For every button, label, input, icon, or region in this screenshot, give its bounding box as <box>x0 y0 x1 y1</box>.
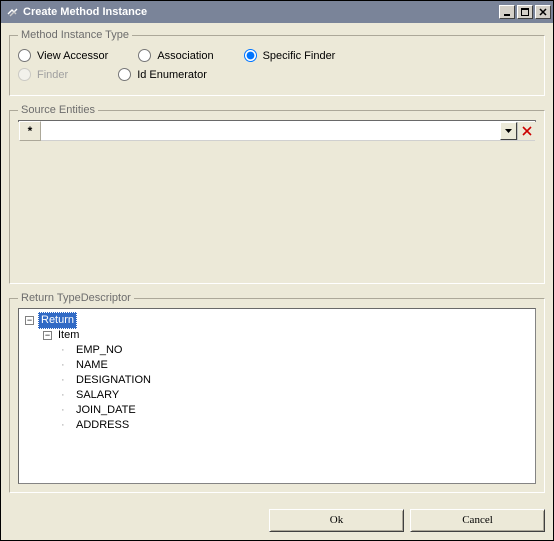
grid-row-header: * <box>19 121 41 141</box>
window-title: Create Method Instance <box>23 6 497 18</box>
leaf-connector-icon: · <box>61 343 70 358</box>
radio-id-enumerator[interactable]: Id Enumerator <box>118 68 207 81</box>
radio-specific-finder[interactable]: Specific Finder <box>244 49 336 62</box>
tree-node-field[interactable]: · EMP_NO <box>25 343 529 358</box>
tree-node-field[interactable]: · DESIGNATION <box>25 373 529 388</box>
cancel-button[interactable]: Cancel <box>410 509 545 532</box>
combo-dropdown-button[interactable] <box>500 122 517 140</box>
radio-view-accessor-input[interactable] <box>18 49 31 62</box>
close-button[interactable] <box>535 5 551 19</box>
radio-id-enumerator-input[interactable] <box>118 68 131 81</box>
leaf-connector-icon: · <box>61 373 70 388</box>
tree-node-field-label: JOIN_DATE <box>74 403 138 418</box>
leaf-connector-icon: · <box>61 358 70 373</box>
minimize-button[interactable] <box>499 5 515 19</box>
source-entities-group: Source Entities * <box>9 104 545 284</box>
tree-node-field-label: NAME <box>74 358 110 373</box>
return-type-tree[interactable]: − Return − Item · EMP_NO · NAME · DESIGNATI… <box>18 308 536 484</box>
radio-finder: Finder <box>18 68 68 81</box>
return-typedescriptor-group: Return TypeDescriptor − Return − Item · E… <box>9 292 545 493</box>
radio-finder-label: Finder <box>37 69 68 81</box>
radio-association-label: Association <box>157 50 213 62</box>
tree-node-field-label: ADDRESS <box>74 418 131 433</box>
ok-button[interactable]: Ok <box>269 509 404 532</box>
tree-node-field[interactable]: · ADDRESS <box>25 418 529 433</box>
source-entities-grid[interactable]: * <box>18 120 536 122</box>
app-icon <box>5 5 19 19</box>
tree-node-return-label: Return <box>38 312 77 329</box>
radio-association[interactable]: Association <box>138 49 213 62</box>
radio-specific-finder-input[interactable] <box>244 49 257 62</box>
tree-node-field[interactable]: · JOIN_DATE <box>25 403 529 418</box>
radio-view-accessor[interactable]: View Accessor <box>18 49 108 62</box>
expander-icon[interactable]: − <box>43 331 52 340</box>
tree-node-field[interactable]: · SALARY <box>25 388 529 403</box>
expander-icon[interactable]: − <box>25 316 34 325</box>
radio-specific-finder-label: Specific Finder <box>263 50 336 62</box>
tree-node-field[interactable]: · NAME <box>25 358 529 373</box>
maximize-button[interactable] <box>517 5 533 19</box>
method-instance-type-group: Method Instance Type View Accessor Assoc… <box>9 29 545 96</box>
titlebar: Create Method Instance <box>1 1 553 23</box>
grid-new-row[interactable]: * <box>19 121 535 141</box>
radio-id-enumerator-label: Id Enumerator <box>137 69 207 81</box>
source-entities-legend: Source Entities <box>18 104 98 116</box>
return-typedescriptor-legend: Return TypeDescriptor <box>18 292 134 304</box>
tree-node-return[interactable]: − Return <box>25 313 529 328</box>
radio-association-input[interactable] <box>138 49 151 62</box>
leaf-connector-icon: · <box>61 388 70 403</box>
radio-view-accessor-label: View Accessor <box>37 50 108 62</box>
method-instance-type-legend: Method Instance Type <box>18 29 132 41</box>
tree-node-item-label: Item <box>56 328 81 343</box>
leaf-connector-icon: · <box>61 403 70 418</box>
radio-finder-input <box>18 68 31 81</box>
tree-node-item[interactable]: − Item <box>25 328 529 343</box>
tree-node-field-label: DESIGNATION <box>74 373 153 388</box>
tree-node-field-label: SALARY <box>74 388 121 403</box>
delete-row-button[interactable] <box>517 122 535 140</box>
tree-node-field-label: EMP_NO <box>74 343 124 358</box>
leaf-connector-icon: · <box>61 418 70 433</box>
source-entity-combo[interactable] <box>41 121 500 140</box>
